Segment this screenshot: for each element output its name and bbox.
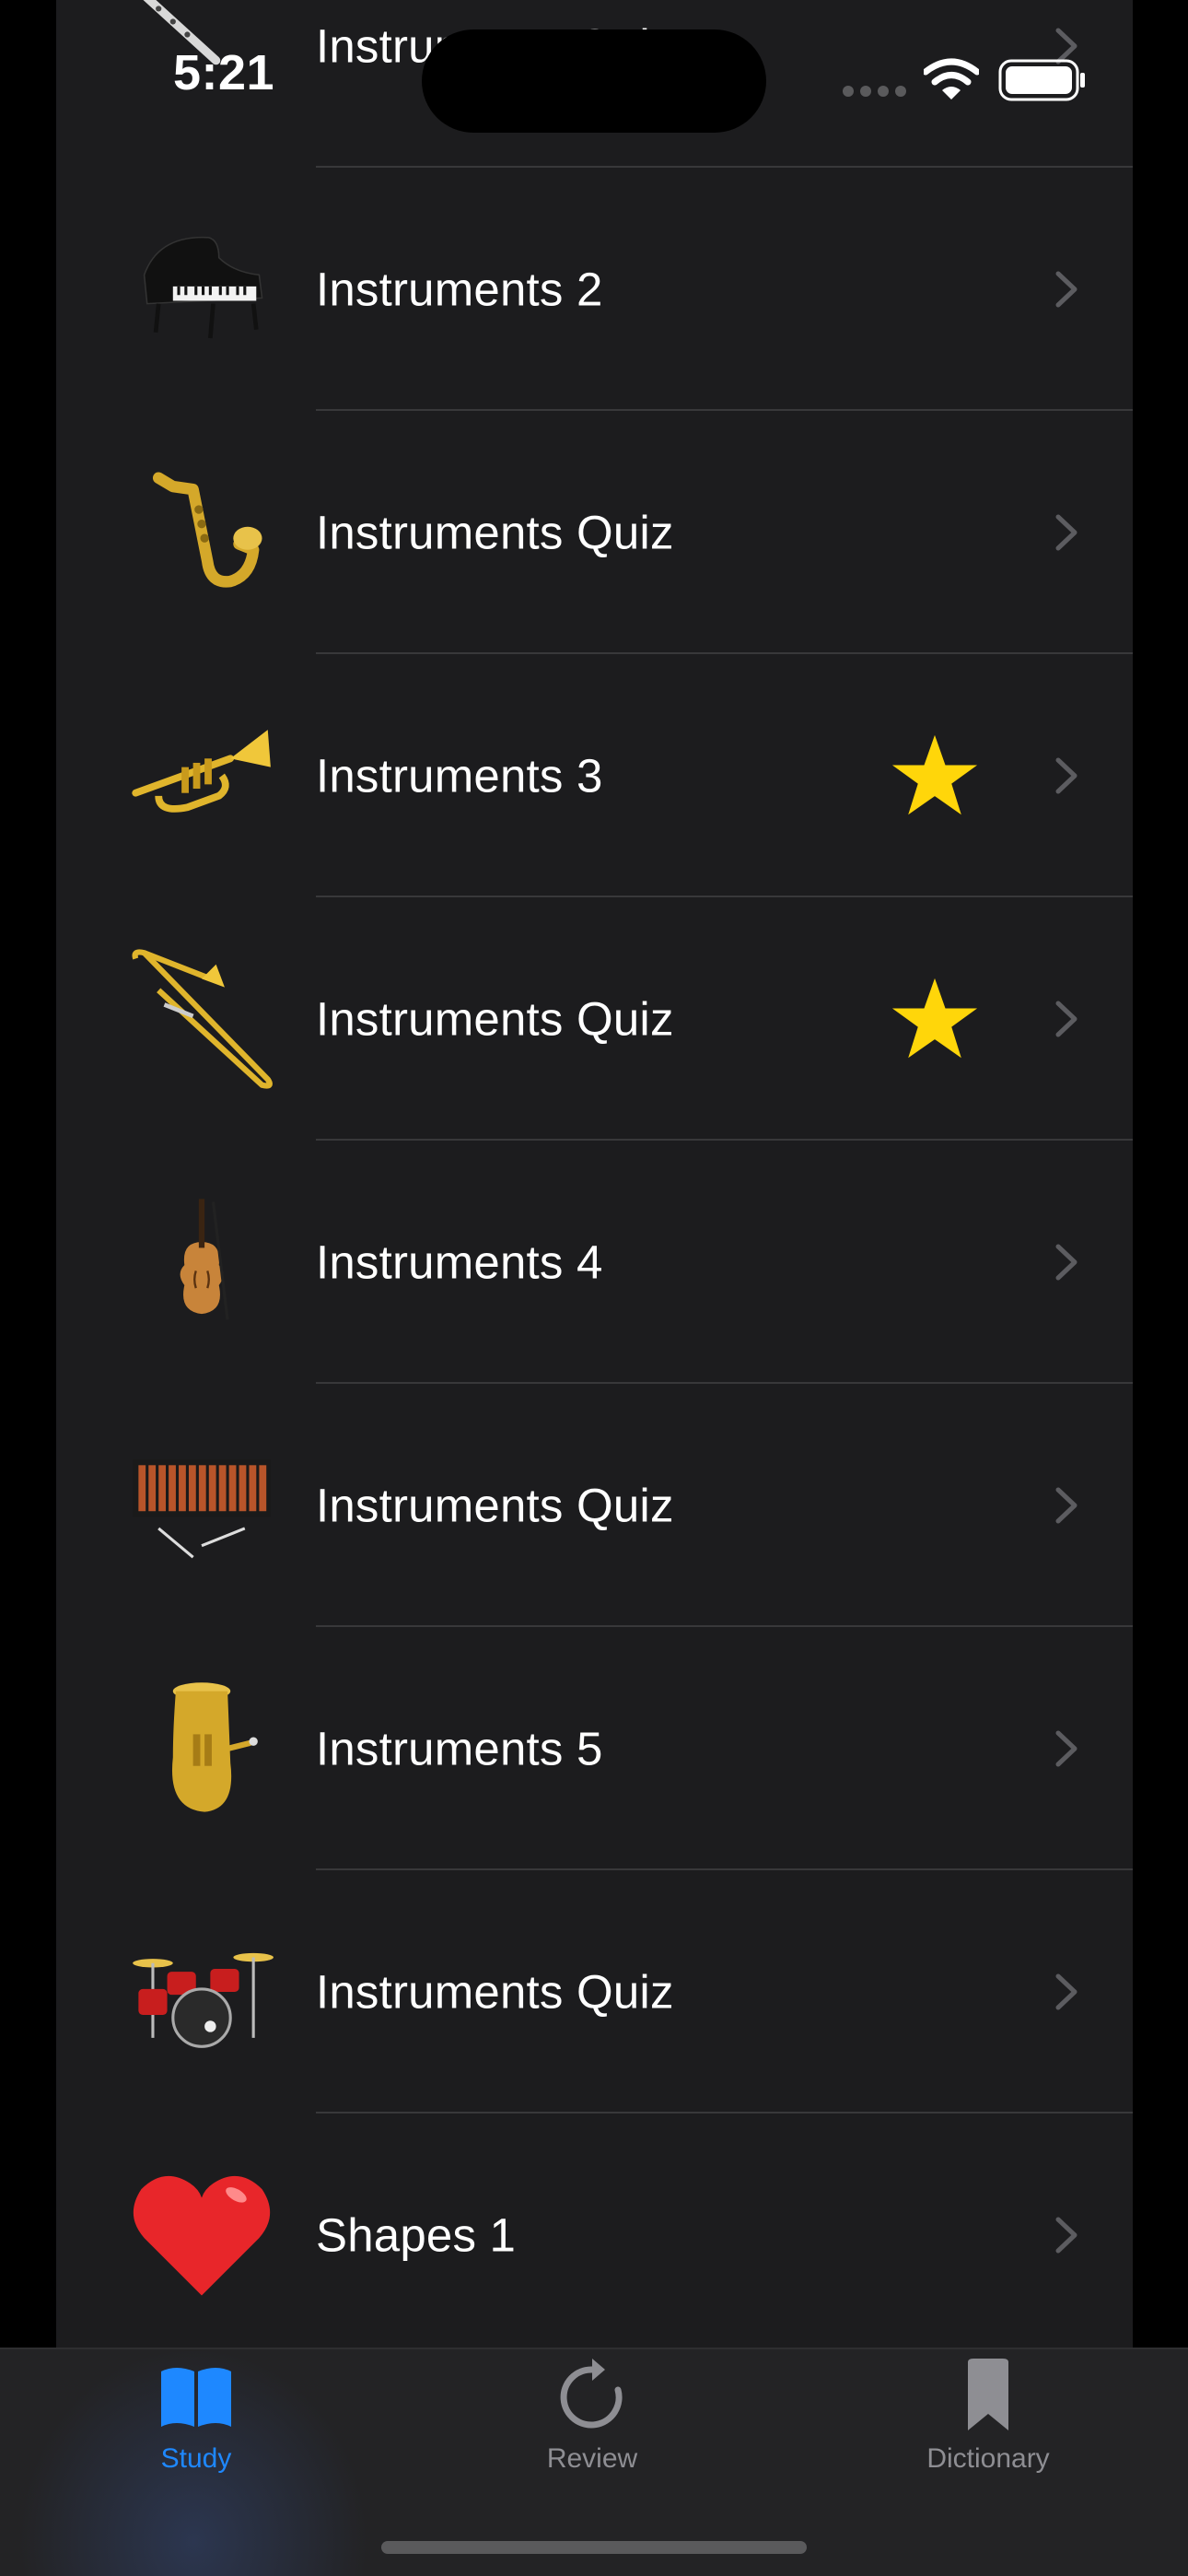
row-label: Instruments 2 [316, 263, 603, 316]
list-row-instruments-quiz-3[interactable]: Instruments Quiz [56, 897, 1133, 1141]
tab-label: Dictionary [926, 2443, 1050, 2474]
battery-icon [998, 59, 1085, 101]
grand-piano-icon [130, 217, 274, 361]
row-label: Instruments 3 [316, 749, 603, 802]
row-label: Instruments Quiz [316, 506, 674, 559]
row-label: Instruments Quiz [316, 992, 674, 1046]
list-row-instruments-quiz-5[interactable]: Instruments Quiz [56, 1870, 1133, 2113]
row-label: Instruments 4 [316, 1235, 603, 1289]
violin-icon [130, 1190, 274, 1334]
tab-label: Study [160, 2443, 232, 2474]
tab-review[interactable]: Review [472, 2359, 712, 2497]
status-time: 5:21 [173, 45, 275, 100]
list-row-instruments-3[interactable]: Instruments 3 [56, 654, 1133, 897]
drum-kit-icon [130, 1920, 274, 2064]
chevron-right-icon [1055, 271, 1077, 308]
list-row-instruments-2[interactable]: Instruments 2 [56, 168, 1133, 411]
list-row-instruments-4[interactable]: Instruments 4 [56, 1141, 1133, 1384]
tab-study[interactable]: Study [76, 2359, 316, 2497]
tuba-icon [130, 1677, 274, 1821]
row-label: Instruments 5 [316, 1722, 603, 1775]
row-label: Shapes 1 [316, 2208, 517, 2262]
list-row-shapes-1[interactable]: Shapes 1 [56, 2113, 1133, 2357]
heart-icon [130, 2163, 274, 2307]
chevron-right-icon [1055, 1973, 1077, 2010]
dynamic-island [422, 29, 766, 133]
home-indicator[interactable] [381, 2541, 807, 2554]
chevron-right-icon [1055, 1244, 1077, 1281]
tab-dictionary[interactable]: Dictionary [868, 2359, 1108, 2497]
refresh-icon [560, 2359, 623, 2429]
row-label: Instruments Quiz [316, 1479, 674, 1532]
chevron-right-icon [1055, 1730, 1077, 1767]
tab-label: Review [546, 2443, 638, 2474]
row-label: Instruments Quiz [316, 1965, 674, 2019]
bookmark-icon [968, 2359, 1008, 2430]
list-row-instruments-quiz-4[interactable]: Instruments Quiz [56, 1384, 1133, 1627]
xylophone-icon [130, 1434, 274, 1577]
trombone-icon [130, 947, 274, 1091]
open-book-icon [161, 2368, 231, 2427]
lesson-list[interactable]: Instruments Quiz [56, 0, 1133, 2348]
star-icon [891, 734, 978, 815]
list-row-instruments-quiz-2[interactable]: Instruments Quiz [56, 411, 1133, 654]
trumpet-icon [130, 704, 274, 848]
chevron-right-icon [1055, 757, 1077, 794]
chevron-right-icon [1055, 2217, 1077, 2254]
wifi-icon [924, 58, 979, 100]
chevron-right-icon [1055, 514, 1077, 551]
list-row-instruments-5[interactable]: Instruments 5 [56, 1627, 1133, 1870]
screen: Instruments Quiz [0, 0, 1188, 2576]
chevron-right-icon [1055, 1487, 1077, 1524]
chevron-right-icon [1055, 1001, 1077, 1037]
star-icon [891, 978, 978, 1059]
cellular-signal-icon [843, 86, 906, 97]
saxophone-icon [130, 461, 274, 604]
